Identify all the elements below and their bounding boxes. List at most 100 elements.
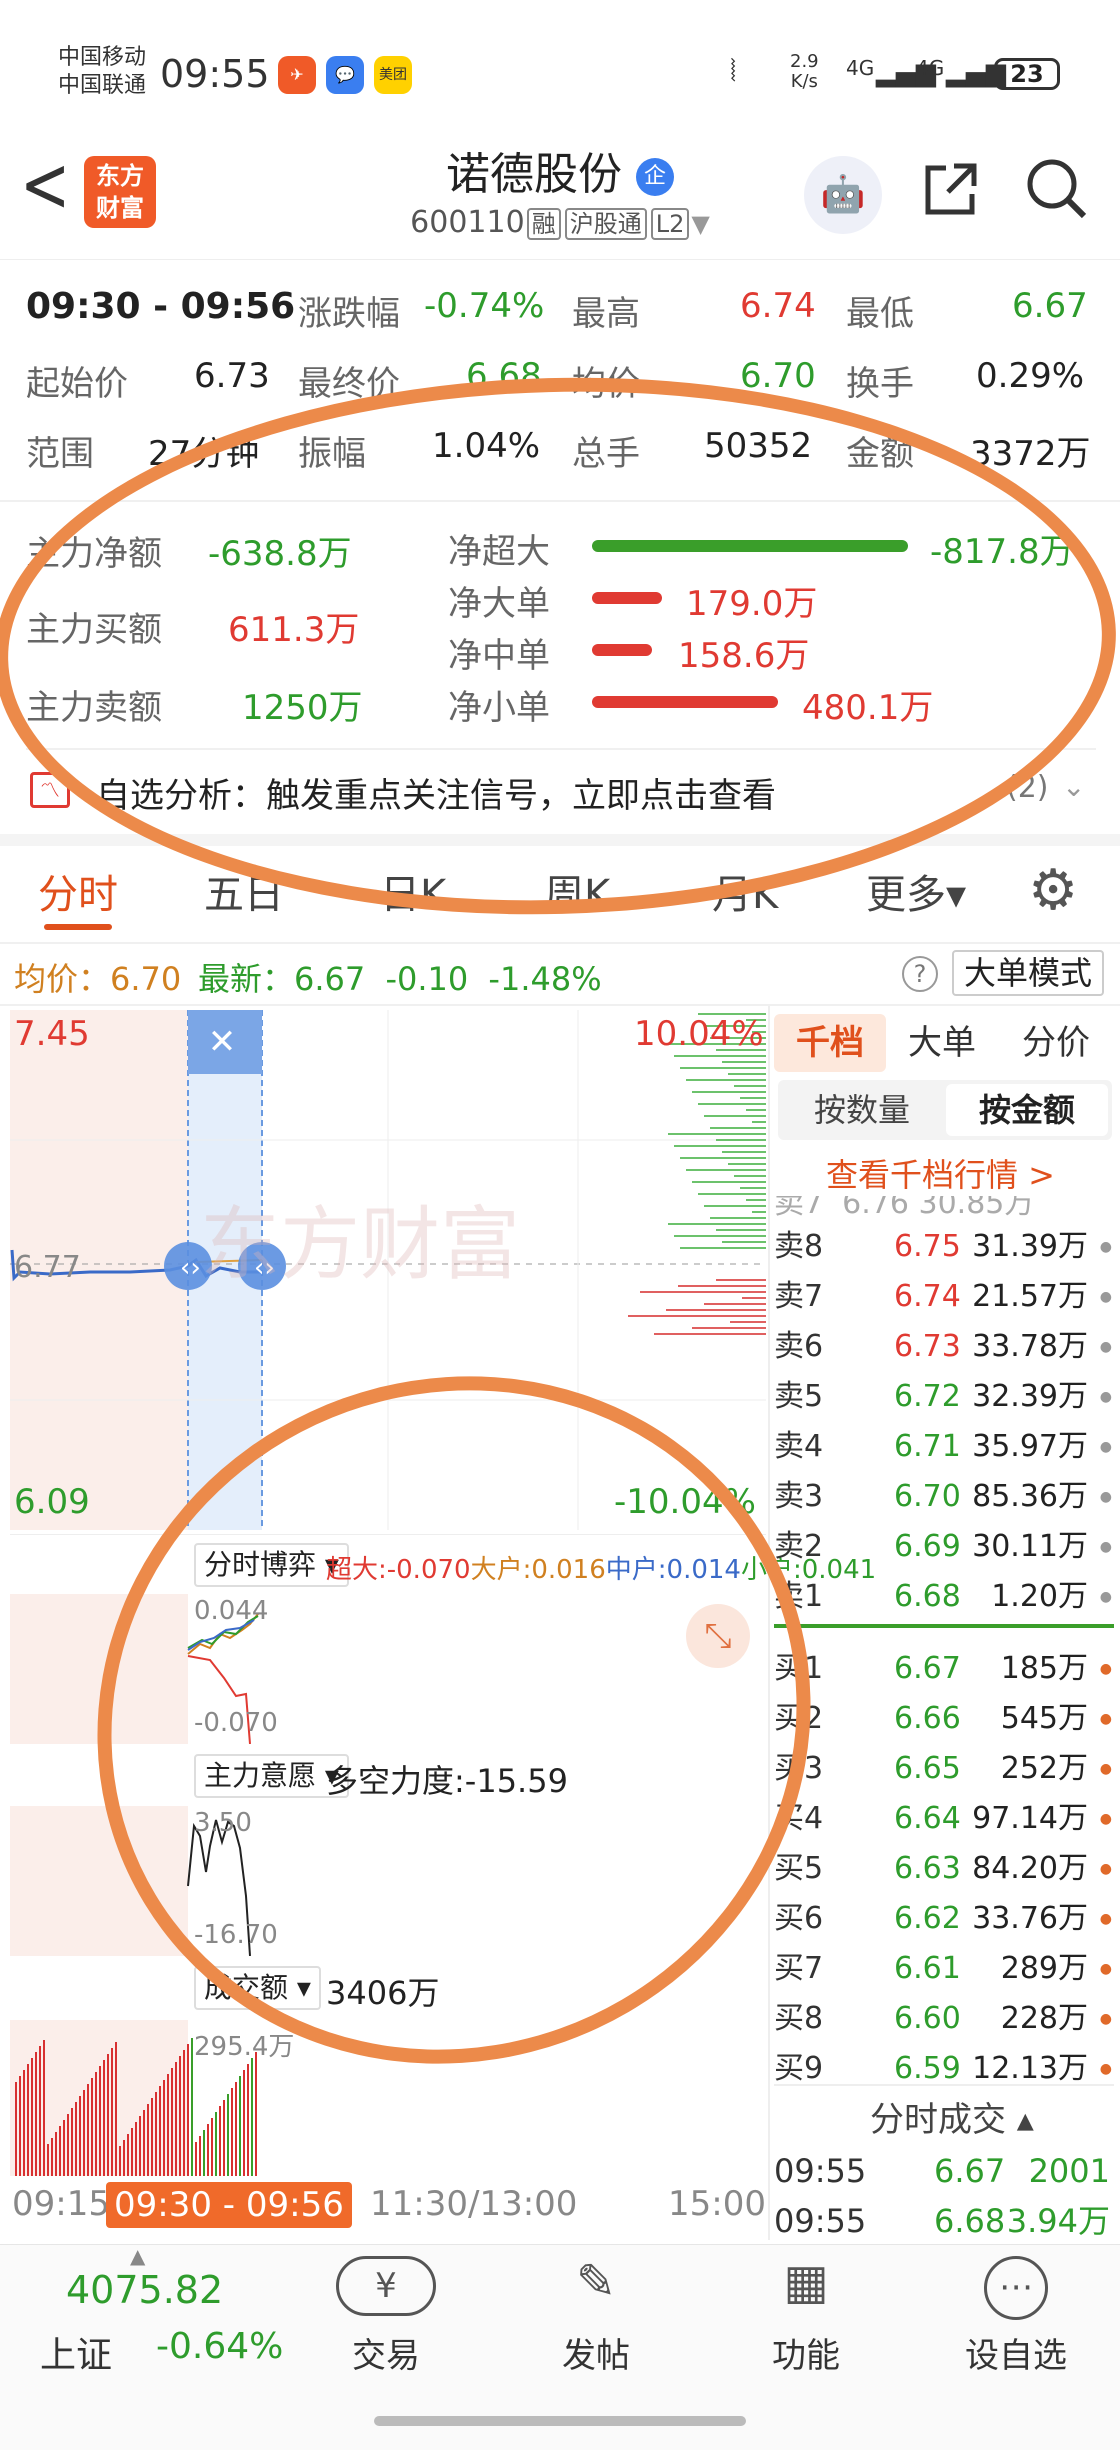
add-watchlist-icon[interactable]: ⋯ xyxy=(984,2256,1048,2320)
buy-level-label: 买4 xyxy=(774,1801,824,1836)
net-large-value: 179.0万 xyxy=(686,584,818,624)
buy-amount: 185万 xyxy=(1000,1651,1088,1686)
trade-price: 6.68 xyxy=(934,2202,1006,2240)
index-value[interactable]: 4075.82 xyxy=(66,2268,223,2312)
buy-amount: 33.76万 xyxy=(972,1901,1088,1936)
total-volume-label: 总手 xyxy=(572,434,640,474)
tab-intraday[interactable]: 分时 xyxy=(38,862,118,920)
buy-price: 6.67 xyxy=(894,1651,961,1686)
buy-order-row[interactable]: 买1 6.67 185万 ● xyxy=(774,1644,1114,1694)
buy-order-row[interactable]: 买2 6.66 545万 ● xyxy=(774,1694,1114,1744)
sell-level-label: 卖6 xyxy=(774,1329,824,1364)
big-order-mode-button[interactable]: 大单模式 xyxy=(952,950,1105,996)
high-label: 最高 xyxy=(572,294,640,334)
search-icon[interactable] xyxy=(1024,156,1090,222)
sell-order-row[interactable]: 卖5 6.72 32.39万 ● xyxy=(774,1372,1114,1422)
buy-order-row[interactable]: 买6 6.62 33.76万 ● xyxy=(774,1894,1114,1944)
divider xyxy=(0,500,1120,502)
sell-order-row[interactable]: 卖8 6.75 31.39万 ● xyxy=(774,1222,1114,1272)
close-price-label: 最终价 xyxy=(298,364,400,404)
indicator-dot-icon: ● xyxy=(1099,1661,1112,1677)
nav-post[interactable]: 发帖 xyxy=(546,2328,646,2377)
tab-five-day[interactable]: 五日 xyxy=(204,862,284,920)
sell-amount: 85.36万 xyxy=(972,1479,1088,1514)
close-selection-button[interactable]: ✕ xyxy=(190,1014,254,1070)
help-icon[interactable]: ? xyxy=(902,956,938,992)
tab-daily-k[interactable]: 日K xyxy=(380,862,446,920)
mode-by-amount[interactable]: 按金额 xyxy=(946,1084,1108,1136)
main-buy-value: 611.3万 xyxy=(228,610,360,650)
nav-add-watchlist[interactable]: 设自选 xyxy=(956,2328,1076,2377)
status-time: 09:55 xyxy=(160,52,270,96)
buy-order-row[interactable]: 买8 6.60 228万 ● xyxy=(774,1994,1114,2044)
sell-order-row[interactable]: 卖6 6.73 33.78万 ● xyxy=(774,1322,1114,1372)
buy-orders: 买1 6.67 185万 ● 买2 6.66 545万 ● 买3 6.65 252万 ● 买4 6.64 9… xyxy=(774,1644,1114,2094)
buy-order-row[interactable]: 买5 6.63 84.20万 ● xyxy=(774,1844,1114,1894)
sub1-chart[interactable] xyxy=(10,1594,766,1745)
sell-level-label: 卖3 xyxy=(774,1479,824,1514)
sell-order-row[interactable]: 卖3 6.70 85.36万 ● xyxy=(774,1472,1114,1522)
share-icon[interactable] xyxy=(920,158,982,220)
tab-thousand-level[interactable]: 千档 xyxy=(774,1014,886,1072)
net-small-value: 480.1万 xyxy=(802,688,934,728)
main-net-value: -638.8万 xyxy=(208,534,352,574)
trade-icon[interactable]: ¥ xyxy=(336,2256,436,2316)
low-value: 6.67 xyxy=(1012,286,1088,326)
alert-row[interactable]: 〽 自选分析：触发重点关注信号，立即点击查看 (2) ⌄ xyxy=(30,768,1096,818)
total-volume-value: 50352 xyxy=(704,426,813,466)
buy-amount: 84.20万 xyxy=(972,1851,1088,1886)
mode-by-quantity[interactable]: 按数量 xyxy=(782,1084,942,1136)
tab-price-distribution[interactable]: 分价 xyxy=(1022,1014,1090,1072)
sell-order-row[interactable]: 卖4 6.71 35.97万 ● xyxy=(774,1422,1114,1472)
sub3-selector[interactable]: 成交额 ▾ xyxy=(194,1966,321,2010)
enterprise-badge: 企 xyxy=(636,158,674,196)
net-super-label: 净超大 xyxy=(448,532,550,572)
index-change[interactable]: -0.64% xyxy=(156,2326,283,2367)
sell-level-label: 卖5 xyxy=(774,1379,824,1414)
sell-price: 6.75 xyxy=(894,1229,961,1264)
divider xyxy=(0,1004,1120,1006)
trades-title[interactable]: 分时成交 ▴ xyxy=(870,2092,1034,2141)
sell-level-label: 卖4 xyxy=(774,1429,824,1464)
buy-price: 6.66 xyxy=(894,1701,961,1736)
x-tick-open: 09:15 xyxy=(12,2184,110,2224)
range-label: 范围 xyxy=(26,434,94,474)
functions-icon[interactable]: ▦ xyxy=(756,2254,856,2310)
main-net-label: 主力净额 xyxy=(26,534,162,574)
net-small-label: 净小单 xyxy=(448,688,550,728)
buy-price: 6.61 xyxy=(894,1951,961,1986)
index-name[interactable]: 上证 xyxy=(40,2326,112,2378)
sub2-chart[interactable] xyxy=(10,1806,766,1957)
sell-level-label: 卖2 xyxy=(774,1529,824,1564)
sell-order-row[interactable]: 卖7 6.74 21.57万 ● xyxy=(774,1272,1114,1322)
buy-order-row[interactable]: 买4 6.64 97.14万 ● xyxy=(774,1794,1114,1844)
sell-order-row[interactable]: 卖2 6.69 30.11万 ● xyxy=(774,1522,1114,1572)
open-price-label: 起始价 xyxy=(26,364,128,404)
tab-monthly-k[interactable]: 月K xyxy=(712,862,778,920)
sub3-chart[interactable] xyxy=(10,2020,766,2176)
y-mid-label: 6.77 xyxy=(14,1250,81,1285)
y-min-label: 6.09 xyxy=(14,1482,90,1522)
robot-assistant-icon[interactable]: 🤖 xyxy=(804,156,882,234)
buy-order-row[interactable]: 买7 6.61 289万 ● xyxy=(774,1944,1114,1994)
indicator-dot-icon: ● xyxy=(1099,1911,1112,1927)
tab-weekly-k[interactable]: 周K xyxy=(544,862,610,920)
view-thousand-level-link[interactable]: 查看千档行情 > xyxy=(826,1150,1055,1196)
net-super-bar xyxy=(592,540,908,552)
nav-functions[interactable]: 功能 xyxy=(756,2328,856,2377)
post-icon[interactable]: ✎ xyxy=(546,2254,646,2310)
sell-level-label: 卖8 xyxy=(774,1229,824,1264)
nav-trade[interactable]: 交易 xyxy=(336,2328,436,2377)
trade-volume: 2001 xyxy=(1028,2152,1110,2190)
tab-big-orders[interactable]: 大单 xyxy=(908,1014,976,1072)
sell-order-row[interactable]: 卖1 6.68 1.20万 ● xyxy=(774,1572,1114,1622)
buy-order-row[interactable]: 买3 6.65 252万 ● xyxy=(774,1744,1114,1794)
gear-icon[interactable]: ⚙ xyxy=(1028,858,1078,923)
expand-icon[interactable]: ⤡ xyxy=(686,1604,750,1668)
buy-level-label: 买8 xyxy=(774,2001,824,2036)
buy-order-row[interactable]: 买9 6.59 12.13万 ● xyxy=(774,2044,1114,2094)
change-pct-value: -0.74% xyxy=(424,286,545,326)
x-selected-range: 09:30 - 09:56 xyxy=(106,2182,352,2228)
tab-more[interactable]: 更多▾ xyxy=(866,862,966,920)
buy-price: 6.65 xyxy=(894,1751,961,1786)
